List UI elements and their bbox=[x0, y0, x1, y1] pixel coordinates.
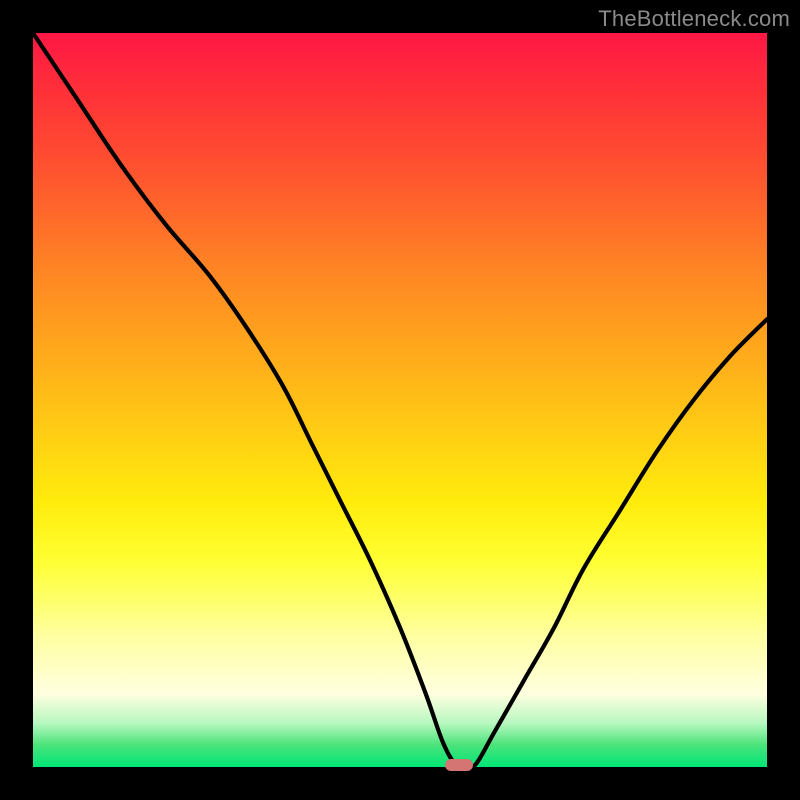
watermark-text: TheBottleneck.com bbox=[598, 6, 790, 32]
chart-frame: TheBottleneck.com bbox=[0, 0, 800, 800]
bottleneck-curve bbox=[33, 33, 767, 767]
plot-area bbox=[33, 33, 767, 767]
optimum-marker bbox=[445, 759, 473, 771]
